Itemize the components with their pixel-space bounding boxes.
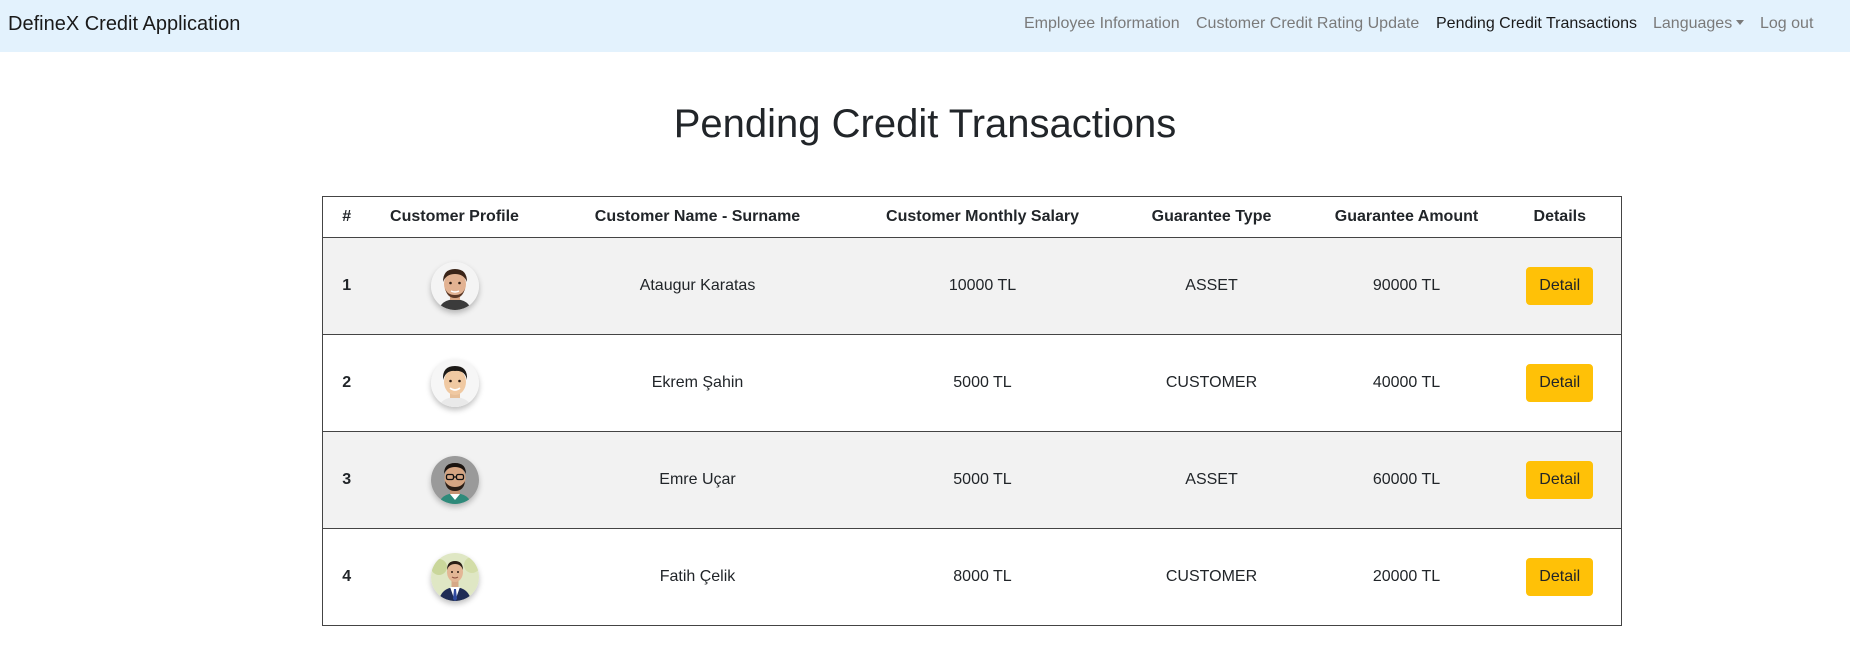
monthly-salary: 5000 TL (856, 431, 1109, 529)
header-customer-profile: Customer Profile (370, 196, 539, 238)
header-details: Details (1498, 196, 1622, 238)
header-guarantee-type: Guarantee Type (1108, 196, 1315, 238)
detail-button[interactable]: Detail (1526, 558, 1594, 596)
nav-pending-credit-transactions[interactable]: Pending Credit Transactions (1436, 14, 1637, 34)
detail-button[interactable]: Detail (1526, 267, 1594, 305)
table-row: 1 Ataugur Karatas 10000 TL ASSET 90000 T… (322, 237, 1622, 335)
pending-transactions-table: # Customer Profile Customer Name - Surna… (322, 196, 1622, 626)
header-index: # (322, 196, 371, 238)
profile-cell (370, 431, 539, 529)
guarantee-type: CUSTOMER (1108, 528, 1315, 626)
page-title: Pending Credit Transactions (673, 102, 1177, 146)
profile-cell (370, 237, 539, 335)
details-cell: Detail (1498, 528, 1622, 626)
customer-avatar (430, 262, 479, 310)
table-row: 2 Ekrem Şahin 5000 TL CUSTOMER 40000 TL … (322, 334, 1622, 432)
customer-name: Ataugur Karatas (538, 237, 857, 335)
details-cell: Detail (1498, 431, 1622, 529)
profile-cell (370, 528, 539, 626)
detail-button[interactable]: Detail (1526, 461, 1594, 499)
guarantee-type: ASSET (1108, 431, 1315, 529)
header-monthly-salary: Customer Monthly Salary (856, 196, 1109, 238)
customer-name: Ekrem Şahin (538, 334, 857, 432)
row-index: 4 (322, 528, 371, 626)
header-customer-name: Customer Name - Surname (538, 196, 857, 238)
customer-avatar (430, 553, 479, 601)
details-cell: Detail (1498, 334, 1622, 432)
detail-button[interactable]: Detail (1526, 364, 1594, 402)
guarantee-amount: 40000 TL (1314, 334, 1499, 432)
caret-down-icon (1736, 20, 1745, 25)
nav-languages-label: Languages (1653, 15, 1733, 32)
customer-name: Fatih Çelik (538, 528, 857, 626)
guarantee-amount: 20000 TL (1314, 528, 1499, 626)
guarantee-type: ASSET (1108, 237, 1315, 335)
monthly-salary: 5000 TL (856, 334, 1109, 432)
customer-name: Emre Uçar (538, 431, 857, 529)
row-index: 3 (322, 431, 371, 529)
details-cell: Detail (1498, 237, 1622, 335)
profile-cell (370, 334, 539, 432)
customer-avatar (430, 359, 479, 407)
monthly-salary: 8000 TL (856, 528, 1109, 626)
guarantee-amount: 90000 TL (1314, 237, 1499, 335)
guarantee-amount: 60000 TL (1314, 431, 1499, 529)
nav-employee-information[interactable]: Employee Information (1024, 14, 1180, 34)
row-index: 2 (322, 334, 371, 432)
table-header-row: # Customer Profile Customer Name - Surna… (322, 196, 1622, 238)
table-row: 4 Fatih Çelik 8000 TL CUSTOMER 20000 TL … (322, 528, 1622, 626)
row-index: 1 (322, 237, 371, 335)
nav-customer-credit-rating-update[interactable]: Customer Credit Rating Update (1196, 14, 1419, 34)
top-navbar: DefineX Credit Application Employee Info… (0, 0, 1850, 52)
monthly-salary: 10000 TL (856, 237, 1109, 335)
guarantee-type: CUSTOMER (1108, 334, 1315, 432)
header-guarantee-amount: Guarantee Amount (1314, 196, 1499, 238)
nav-logout[interactable]: Log out (1760, 14, 1813, 34)
nav-languages-dropdown[interactable]: Languages (1653, 14, 1745, 34)
customer-avatar (430, 456, 479, 504)
brand-link[interactable]: DefineX Credit Application (8, 12, 240, 36)
table-row: 3 Emre Uçar 5000 TL ASSET 60000 TL Detai… (322, 431, 1622, 529)
